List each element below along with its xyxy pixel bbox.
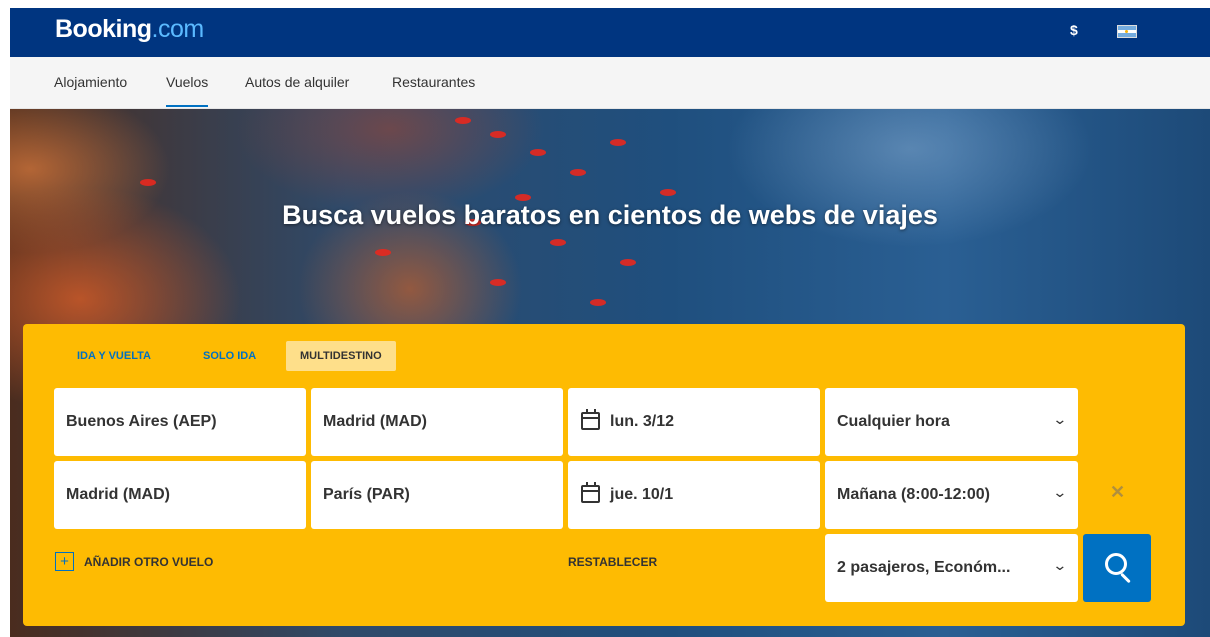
date-field-2[interactable]: jue. 10/1 [568, 461, 820, 529]
origin-field-2[interactable]: Madrid (MAD) [54, 461, 306, 529]
currency-selector[interactable]: $ [1070, 22, 1078, 38]
fish-shape [375, 249, 391, 256]
tab-one-way[interactable]: SOLO IDA [189, 341, 270, 371]
booking-logo[interactable]: Booking.com [55, 15, 204, 44]
origin-value: Madrid (MAD) [66, 486, 170, 503]
date-value: jue. 10/1 [610, 486, 674, 503]
top-bar: Booking.com $ [10, 8, 1210, 57]
logo-suffix: .com [151, 15, 205, 43]
fish-shape [620, 259, 636, 266]
add-flight-button[interactable]: + AÑADIR OTRO VUELO [55, 552, 213, 571]
plus-icon: + [55, 552, 74, 571]
fish-shape [570, 169, 586, 176]
nav-item-restaurantes[interactable]: Restaurantes [392, 74, 475, 90]
passengers-value: 2 pasajeros, Económ... [837, 559, 1011, 576]
date-field-1[interactable]: lun. 3/12 [568, 388, 820, 456]
remove-leg-close-icon[interactable]: ✕ [1110, 482, 1125, 503]
fish-shape [550, 239, 566, 246]
destination-value: París (PAR) [323, 486, 410, 503]
hero-title: Busca vuelos baratos en cientos de webs … [282, 200, 938, 230]
argentina-flag-icon[interactable] [1117, 25, 1137, 38]
calendar-icon [581, 409, 600, 430]
nav-item-autos[interactable]: Autos de alquiler [245, 74, 349, 90]
time-select-2[interactable]: Mañana (8:00-12:00) ⌄ [825, 461, 1078, 529]
chevron-down-icon: ⌄ [1052, 484, 1068, 500]
nav-item-vuelos[interactable]: Vuelos [166, 74, 209, 107]
calendar-icon [581, 482, 600, 503]
date-value: lun. 3/12 [610, 413, 675, 430]
destination-value: Madrid (MAD) [323, 413, 427, 430]
origin-field-1[interactable]: Buenos Aires (AEP) [54, 388, 306, 456]
fish-shape [140, 179, 156, 186]
fish-shape [455, 117, 471, 124]
nav-item-alojamiento[interactable]: Alojamiento [54, 74, 127, 90]
chevron-down-icon: ⌄ [1052, 411, 1068, 427]
search-icon [1105, 553, 1127, 575]
time-value: Cualquier hora [837, 413, 950, 430]
origin-value: Buenos Aires (AEP) [66, 413, 217, 430]
fish-shape [490, 279, 506, 286]
passengers-select[interactable]: 2 pasajeros, Económ... ⌄ [825, 534, 1078, 602]
reset-button[interactable]: RESTABLECER [568, 555, 657, 569]
tab-round-trip[interactable]: IDA Y VUELTA [63, 341, 165, 371]
destination-field-1[interactable]: Madrid (MAD) [311, 388, 563, 456]
fish-shape [530, 149, 546, 156]
fish-shape [610, 139, 626, 146]
fish-shape [490, 131, 506, 138]
fish-shape [590, 299, 606, 306]
logo-main: Booking [55, 15, 152, 43]
time-value: Mañana (8:00-12:00) [837, 486, 990, 503]
search-icon-handle [1120, 572, 1131, 584]
add-flight-label: AÑADIR OTRO VUELO [84, 554, 214, 569]
fish-shape [660, 189, 676, 196]
tab-multi-city[interactable]: MULTIDESTINO [286, 341, 396, 371]
time-select-1[interactable]: Cualquier hora ⌄ [825, 388, 1078, 456]
search-button[interactable] [1083, 534, 1151, 602]
chevron-down-icon: ⌄ [1052, 557, 1068, 573]
product-nav: Alojamiento Vuelos Autos de alquiler Res… [10, 57, 1210, 109]
destination-field-2[interactable]: París (PAR) [311, 461, 563, 529]
